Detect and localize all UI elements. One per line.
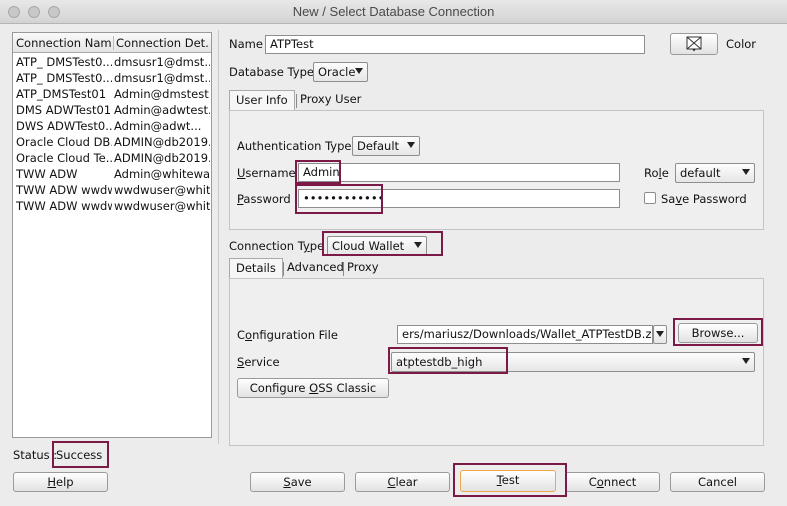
connection-row[interactable]: ATP_ DMSTest0... dmsusr1@dmst...: [13, 54, 211, 70]
status-label: Status :: [13, 448, 58, 462]
connection-name-cell: Oracle Cloud DB...: [16, 135, 112, 149]
connection-name-cell: TWW ADW wwdw...: [16, 183, 112, 197]
tab-advanced[interactable]: Advanced: [281, 258, 350, 278]
title-bar: New / Select Database Connection: [0, 0, 787, 24]
save-password-checkbox[interactable]: [644, 192, 656, 204]
configuration-file-input[interactable]: ers/mariusz/Downloads/Wallet_ATPTestDB.z…: [397, 325, 653, 344]
username-input[interactable]: Admin: [298, 163, 620, 182]
database-type-select[interactable]: Oracle: [313, 62, 368, 82]
role-label: Role: [644, 166, 669, 180]
connection-detail-cell: wwdwuser@whit...: [114, 199, 210, 213]
connection-name-cell: DMS ADWTest01: [16, 103, 112, 117]
color-picker-button[interactable]: [670, 33, 718, 55]
connection-detail-cell: Admin@whitewa...: [114, 167, 210, 181]
connection-name-cell: Oracle Cloud Te...: [16, 151, 112, 165]
connection-name-cell: ATP_DMSTest01: [16, 87, 107, 101]
connection-detail-cell: wwdwuser@whit...: [114, 183, 210, 197]
password-input[interactable]: ••••••••••••: [298, 189, 620, 208]
clear-button[interactable]: Clear: [355, 472, 450, 492]
name-label: Name: [229, 37, 263, 51]
window-title: New / Select Database Connection: [292, 4, 495, 19]
test-button[interactable]: Test: [460, 470, 556, 492]
connection-row[interactable]: TWW ADW Admin@whitewa...: [13, 166, 211, 182]
connection-name-cell: TWW ADW wwdw...: [16, 199, 112, 213]
tab-proxy[interactable]: Proxy: [341, 258, 385, 278]
tab-proxy-user[interactable]: Proxy User: [294, 90, 367, 110]
connection-row[interactable]: Oracle Cloud DB... ADMIN@db2019...: [13, 134, 211, 150]
cancel-button[interactable]: Cancel: [670, 472, 765, 492]
split-divider[interactable]: [218, 30, 219, 444]
connection-row[interactable]: ATP_DMSTest01 Admin@dmstest...: [13, 86, 211, 102]
column-header-detail[interactable]: Connection Det...: [113, 36, 209, 50]
save-password-label: Save Password: [661, 192, 747, 206]
column-header-name[interactable]: Connection Name: [16, 36, 112, 50]
connection-type-select[interactable]: Cloud Wallet: [327, 236, 427, 256]
configure-oss-classic-button[interactable]: Configure OSS Classic: [237, 378, 389, 398]
connection-name-cell: ATP_ DMSTest0...: [16, 55, 112, 69]
connection-detail-cell: Admin@adwt...: [114, 119, 202, 133]
database-type-value: Oracle: [318, 65, 356, 79]
tab-user-info[interactable]: User Info: [229, 90, 295, 110]
connection-detail-cell: Admin@adwtest...: [114, 103, 210, 117]
status-value: Success: [56, 448, 103, 462]
connection-list-header: Connection Name Connection Det...: [13, 33, 211, 53]
configuration-file-dropdown[interactable]: [653, 325, 667, 344]
browse-button[interactable]: Browse...: [678, 323, 758, 343]
connection-row[interactable]: DWS ADWTest0... Admin@adwt...: [13, 118, 211, 134]
connection-row[interactable]: TWW ADW wwdw...wwdwuser@whit...: [13, 198, 211, 214]
color-label: Color: [726, 37, 757, 51]
connection-detail-cell: dmsusr1@dmst...: [114, 55, 210, 69]
connection-list[interactable]: Connection Name Connection Det... ATP_ D…: [12, 32, 212, 438]
help-button[interactable]: Help: [13, 472, 108, 492]
connection-row[interactable]: ATP_ DMSTest0... dmsusr1@dmst...: [13, 70, 211, 86]
connection-name-cell: TWW ADW: [16, 167, 78, 181]
connect-button[interactable]: Connect: [565, 472, 660, 492]
authentication-type-select[interactable]: Default: [352, 136, 420, 156]
tab-details[interactable]: Details: [229, 258, 283, 278]
connection-row[interactable]: DMS ADWTest01 Admin@adwtest...: [13, 102, 211, 118]
chevron-down-icon: [742, 358, 750, 364]
role-value: default: [680, 166, 721, 180]
service-select[interactable]: atptestdb_high: [391, 352, 755, 372]
chevron-down-icon: [355, 68, 363, 74]
connection-name-cell: ATP_ DMSTest0...: [16, 71, 112, 85]
chevron-down-icon: [656, 331, 664, 337]
connection-detail-cell: ADMIN@db2019...: [114, 135, 210, 149]
service-value: atptestdb_high: [396, 355, 483, 369]
connection-name-cell: DWS ADWTest0...: [16, 119, 112, 133]
color-swatch-icon: [686, 36, 702, 52]
password-label: Password: [237, 192, 291, 206]
connection-type-label: Connection Type: [229, 239, 325, 253]
username-label: Username: [237, 166, 296, 180]
configuration-file-label: Configuration File: [237, 328, 338, 342]
save-button[interactable]: Save: [250, 472, 345, 492]
authentication-type-label: Authentication Type: [237, 139, 352, 153]
connection-detail-cell: Admin@dmstest...: [114, 87, 210, 101]
database-type-label: Database Type: [229, 65, 314, 79]
connection-row[interactable]: Oracle Cloud Te... ADMIN@db2019...: [13, 150, 211, 166]
chevron-down-icon: [407, 142, 415, 148]
service-label: Service: [237, 355, 280, 369]
connection-type-value: Cloud Wallet: [332, 239, 405, 253]
connection-detail-cell: dmsusr1@dmst...: [114, 71, 210, 85]
connection-detail-cell: ADMIN@db2019...: [114, 151, 210, 165]
authentication-type-value: Default: [357, 139, 400, 153]
name-input[interactable]: ATPTest: [265, 35, 645, 54]
connection-row[interactable]: TWW ADW wwdw...wwdwuser@whit...: [13, 182, 211, 198]
chevron-down-icon: [414, 242, 422, 248]
chevron-down-icon: [742, 169, 750, 175]
role-select[interactable]: default: [675, 163, 755, 183]
